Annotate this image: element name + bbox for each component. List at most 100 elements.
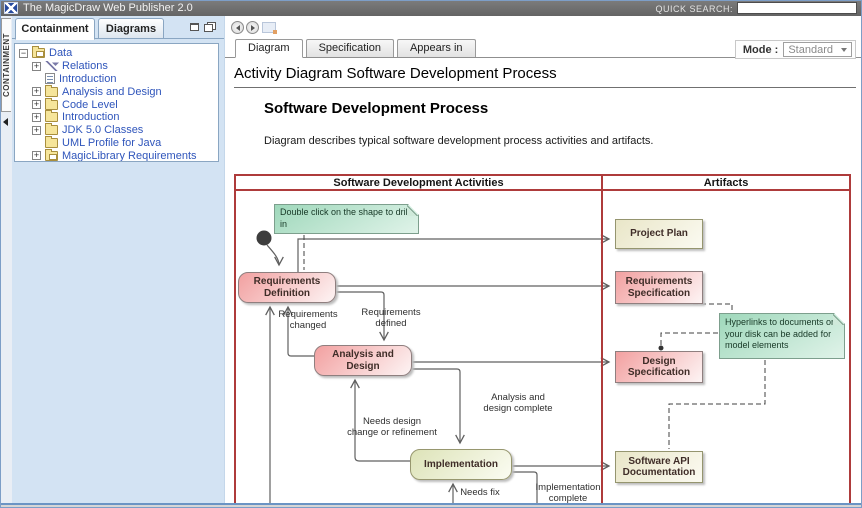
artifact-requirements-specification[interactable]: Requirements Specification <box>615 271 703 304</box>
tree-item-jdk-classes[interactable]: + JDK 5.0 Classes <box>15 124 218 137</box>
note-drill-in: Double click on the shape to drill in <box>274 204 419 234</box>
artifact-design-specification[interactable]: Design Specification <box>615 351 703 383</box>
back-icon[interactable] <box>231 21 244 34</box>
lane-divider <box>601 174 603 503</box>
expand-icon[interactable]: + <box>32 100 41 109</box>
tree-item-label: Introduction <box>62 111 119 123</box>
package-icon <box>32 48 45 58</box>
tree-item-label: UML Profile for Java <box>62 137 161 149</box>
tree-item-label: Code Level <box>62 99 118 111</box>
edge-label-analysis-design-complete: Analysis and design complete <box>483 393 552 415</box>
open-window-icon[interactable] <box>262 22 276 33</box>
tree-item-introduction-2[interactable]: + Introduction <box>15 111 218 124</box>
expand-icon[interactable]: + <box>32 151 41 160</box>
folder-icon <box>45 112 58 122</box>
node-analysis-and-design[interactable]: Analysis and Design <box>314 345 412 376</box>
panel-cascade-icon[interactable] <box>204 22 216 32</box>
tree-item-label: Relations <box>62 60 108 72</box>
back-arrow-glyph <box>236 25 240 31</box>
tree-item-introduction[interactable]: Introduction <box>15 73 218 86</box>
note-hyperlinks: Hyperlinks to documents on your disk can… <box>719 313 845 359</box>
package-icon <box>45 151 58 161</box>
tree-item-label: JDK 5.0 Classes <box>62 124 143 136</box>
expand-icon[interactable]: + <box>32 126 41 135</box>
page-title: Activity Diagram Software Development Pr… <box>234 65 557 82</box>
tree-item-relations[interactable]: + Relations <box>15 60 218 73</box>
main-tabbar: Diagram Specification Appears in Mode : … <box>225 38 862 58</box>
folder-icon <box>45 125 58 135</box>
collapse-left-icon[interactable] <box>3 118 8 126</box>
artifact-project-plan[interactable]: Project Plan <box>615 219 703 249</box>
mode-dropdown[interactable]: Standard <box>783 42 852 57</box>
collapse-expander-icon[interactable]: − <box>19 49 28 58</box>
diagram-heading: Software Development Process <box>264 100 488 117</box>
main-panel: Diagram Specification Appears in Mode : … <box>224 16 862 503</box>
edge-to-project-plan <box>298 239 609 272</box>
tree-item-label: Data <box>49 47 72 59</box>
edge-label-needs-design-change: Needs design change or refinement <box>347 417 437 439</box>
edge-implementation-complete <box>512 472 537 503</box>
node-requirements-definition[interactable]: Requirements Definition <box>238 272 336 303</box>
panel-minimize-icon[interactable] <box>190 23 199 31</box>
tree-item-label: Introduction <box>59 73 116 85</box>
tab-diagrams[interactable]: Diagrams <box>98 18 164 39</box>
folder-icon <box>45 100 58 110</box>
anchor-note-to-design-spec <box>661 333 718 345</box>
document-icon <box>45 73 55 84</box>
tree-item-data[interactable]: − Data <box>15 47 218 60</box>
edge-label-requirements-changed: Requirements changed <box>278 310 337 332</box>
tab-appears-in[interactable]: Appears in <box>397 39 476 57</box>
initial-node <box>257 231 272 246</box>
lane-frame-left <box>234 174 236 503</box>
lane-header-activities: Software Development Activities <box>236 177 601 189</box>
tree-item-label: Analysis and Design <box>62 86 162 98</box>
title-divider <box>234 87 856 88</box>
relations-icon <box>45 61 58 71</box>
anchor-dot <box>659 346 664 351</box>
node-implementation[interactable]: Implementation <box>410 449 512 480</box>
sidebar: Containment Diagrams − Data + Relations … <box>12 16 224 503</box>
lane-frame-top <box>234 174 851 176</box>
lane-header-artifacts: Artifacts <box>603 177 849 189</box>
edge-label-requirements-defined: Requirements defined <box>361 308 420 330</box>
edge-label-implementation-complete: Implementation complete <box>536 483 601 505</box>
forward-icon[interactable] <box>246 21 259 34</box>
chevron-down-icon <box>841 48 847 52</box>
tab-containment[interactable]: Containment <box>15 18 95 40</box>
tree-item-magiclibrary-requirements[interactable]: + MagicLibrary Requirements <box>15 149 218 162</box>
expand-icon[interactable]: + <box>32 113 41 122</box>
mode-value: Standard <box>788 44 833 56</box>
expand-icon[interactable]: + <box>32 62 41 71</box>
app-title: The MagicDraw Web Publisher 2.0 <box>23 2 193 14</box>
lane-frame-right <box>849 174 851 503</box>
quick-search-input[interactable] <box>737 2 857 14</box>
sidebar-tabbar: Containment Diagrams <box>12 16 224 39</box>
lane-header-divider <box>234 189 851 191</box>
tab-specification[interactable]: Specification <box>306 39 394 57</box>
magicdraw-logo-icon <box>4 2 18 14</box>
expand-icon[interactable]: + <box>32 87 41 96</box>
tree-item-analysis-and-design[interactable]: + Analysis and Design <box>15 85 218 98</box>
folder-icon <box>45 138 58 148</box>
tree-item-label: MagicLibrary Requirements <box>62 150 197 162</box>
anchor-note-to-requirements-spec <box>693 304 732 312</box>
containment-strip-tab[interactable]: CONTAINMENT <box>1 18 11 112</box>
edge-start-to-requirements <box>267 245 279 265</box>
folder-icon <box>45 87 58 97</box>
title-bar: The MagicDraw Web Publisher 2.0 QUICK SE… <box>1 1 861 16</box>
tree-item-code-level[interactable]: + Code Level <box>15 98 218 111</box>
mode-group: Mode : Standard <box>735 40 856 59</box>
tab-diagram[interactable]: Diagram <box>235 39 303 58</box>
edge-label-needs-fix: Needs fix <box>460 488 500 499</box>
diagram-description: Diagram describes typical software devel… <box>264 135 653 147</box>
quick-search-label: QUICK SEARCH: <box>655 4 733 14</box>
forward-arrow-glyph <box>251 25 255 31</box>
containment-collapse-strip: CONTAINMENT <box>1 16 12 503</box>
main-toolbar <box>225 16 862 38</box>
activity-diagram-canvas: Software Development Activities Artifact… <box>234 174 851 503</box>
tree-item-uml-profile[interactable]: UML Profile for Java <box>15 137 218 150</box>
app-window: The MagicDraw Web Publisher 2.0 QUICK SE… <box>0 0 862 508</box>
artifact-software-api-documentation[interactable]: Software API Documentation <box>615 451 703 483</box>
mode-label: Mode : <box>743 44 778 56</box>
containment-tree: − Data + Relations Introduction + Analys… <box>14 43 219 162</box>
